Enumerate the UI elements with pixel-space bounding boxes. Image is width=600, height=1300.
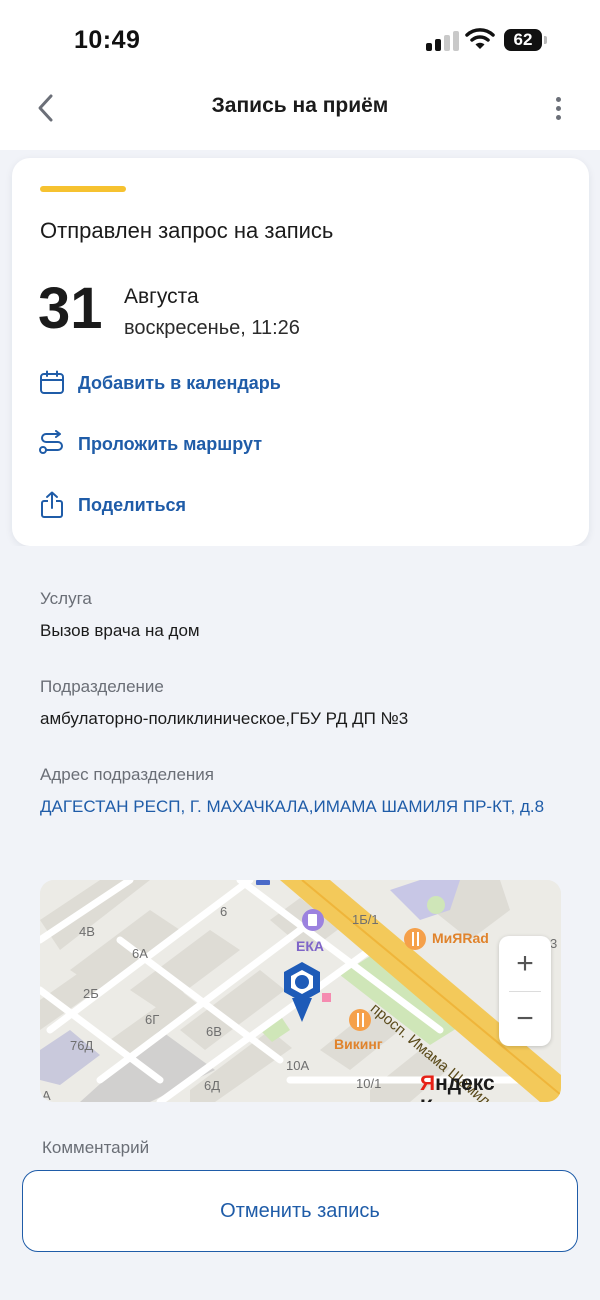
house-label: 6 [220, 904, 228, 919]
status-time: 10:49 [74, 26, 141, 54]
comment-label: Комментарий [42, 1138, 150, 1157]
status-bar: 10:49 62 [0, 0, 600, 80]
address-label: Адрес подразделения [40, 765, 215, 784]
page-title: Запись на приём [211, 94, 389, 117]
house-label: 6А [132, 946, 148, 961]
house-label: 10/1 [356, 1076, 382, 1091]
house-label: 76Д [70, 1038, 94, 1053]
build-route-label: Проложить маршрут [78, 433, 263, 454]
signal-icon [426, 31, 460, 51]
calendar-icon [38, 369, 66, 397]
nav-bar: Запись на приём [0, 80, 600, 150]
share-icon [38, 491, 66, 519]
battery-level: 62 [513, 30, 533, 49]
add-to-calendar-label: Добавить в календарь [78, 372, 281, 393]
appointment-status-card: Отправлен запрос на запись 31 Августа во… [12, 158, 589, 546]
share-label: Поделиться [78, 494, 187, 515]
more-vertical-icon [555, 96, 561, 102]
service-value: Вызов врача на дом [40, 621, 200, 640]
poi-eka-label[interactable]: ЕКА [296, 938, 324, 954]
appointment-day: 31 [38, 276, 103, 341]
appointment-weekday-time: воскресенье, 11:26 [124, 317, 300, 339]
bottom-action-bar: Отменить запись [0, 1158, 600, 1300]
department-value: амбулаторно-поликлиническое,ГБУ РД ДП №3 [40, 709, 409, 728]
house-label: 4В [79, 924, 95, 939]
add-to-calendar-button[interactable]: Добавить в календарь [38, 366, 281, 400]
share-button[interactable]: Поделиться [38, 488, 186, 522]
house-label: 10А [286, 1058, 310, 1073]
battery-icon: 62 [504, 29, 548, 51]
cancel-appointment-button[interactable]: Отменить запись [22, 1170, 578, 1252]
poi-muyarad-label[interactable]: МиЯRad [432, 930, 489, 946]
service-label: Услуга [40, 589, 92, 608]
house-label: 3 [550, 936, 558, 951]
status-accent-bar [40, 186, 126, 192]
location-map[interactable]: 4В 6А 6 1Б/1 2Б 6Г 6В 76Д 6Д 10А 10/1 А … [40, 880, 561, 1102]
status-title: Отправлен запрос на запись [40, 218, 334, 243]
build-route-button[interactable]: Проложить маршрут [38, 427, 262, 461]
route-icon [38, 430, 66, 458]
appointment-month: Августа [124, 285, 199, 308]
wifi-icon [465, 27, 495, 51]
house-label: 1Б/1 [352, 912, 379, 927]
zoom-in-button[interactable]: + [499, 936, 551, 991]
house-label: 6Г [145, 1012, 160, 1027]
more-menu-button[interactable] [540, 88, 576, 128]
house-label: А [42, 1088, 51, 1102]
department-label: Подразделение [40, 677, 164, 696]
house-label: 2Б [83, 986, 99, 1001]
poi-viking-label[interactable]: Викинг [334, 1036, 383, 1052]
house-label: 6В [206, 1024, 222, 1039]
address-link[interactable]: ДАГЕСТАН РЕСП, Г. МАХАЧКАЛА,ИМАМА ШАМИЛЯ… [40, 793, 570, 821]
yandex-maps-logo: Яндекс Карты [420, 1072, 495, 1102]
zoom-out-button[interactable]: − [499, 991, 551, 1046]
map-zoom-controls: + − [499, 936, 551, 1046]
house-label: 6Д [204, 1078, 221, 1093]
appointment-details: Услуга Вызов врача на дом Подразделение … [12, 546, 589, 1158]
